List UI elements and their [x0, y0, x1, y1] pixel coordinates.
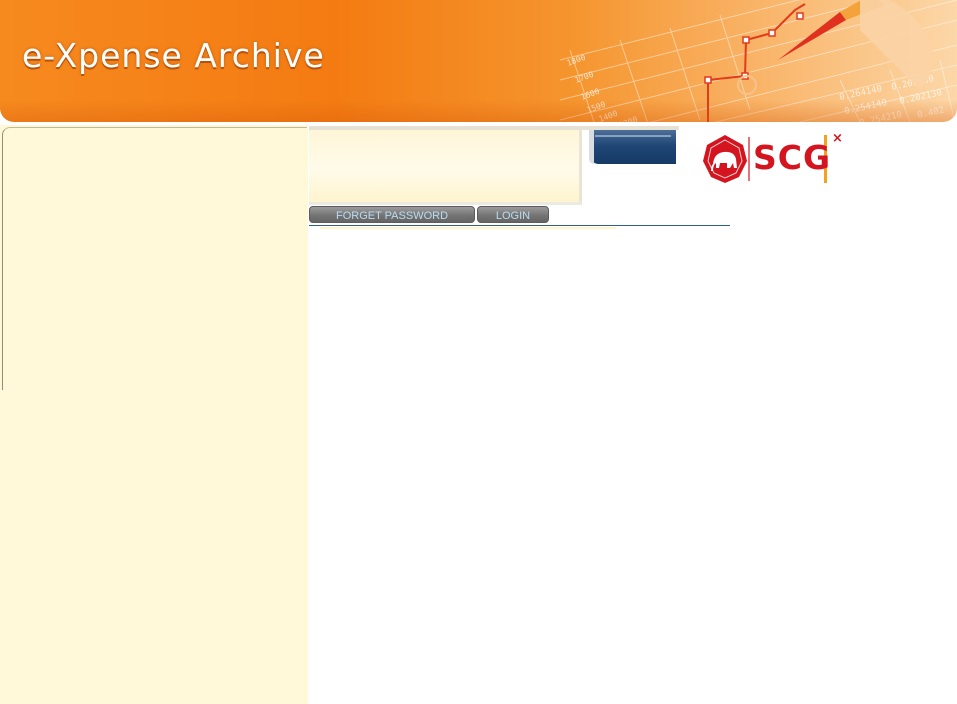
sidebar-panel: [2, 127, 307, 390]
login-box: [309, 130, 579, 202]
scg-logo-text: SCG: [753, 138, 832, 177]
app-title: e-Xpense Archive: [22, 36, 325, 75]
elephant-seal-icon: [703, 135, 747, 183]
header-tab: [589, 130, 676, 164]
axis-label: 1300: [618, 115, 639, 122]
table-value: 0.202130: [899, 88, 943, 107]
divider-highlight: [320, 227, 616, 229]
forget-password-button[interactable]: FORGET PASSWORD: [309, 206, 475, 223]
axis-label: 1800: [566, 53, 587, 68]
sidebar: [0, 125, 308, 704]
table-value: 0.264140: [839, 84, 883, 103]
login-button[interactable]: LOGIN: [477, 206, 549, 223]
table-value: 0.254140: [844, 98, 888, 117]
axis-label: 1500: [586, 100, 607, 115]
table-value: 0.254210: [859, 110, 903, 122]
axis-label: 1700: [574, 70, 595, 85]
login-box-border: [579, 130, 582, 205]
table-value: 0.402: [917, 106, 946, 121]
divider: [309, 225, 730, 226]
chart-decoration: 1800 1700 1600 1500 1400 1300 0.264140 0…: [559, 0, 957, 122]
login-box-border: [309, 202, 581, 205]
header-banner: e-Xpense Archive 1800 1700 1600 1500 140…: [0, 0, 957, 122]
close-icon[interactable]: ×: [832, 131, 843, 146]
axis-label: 1400: [598, 109, 619, 122]
